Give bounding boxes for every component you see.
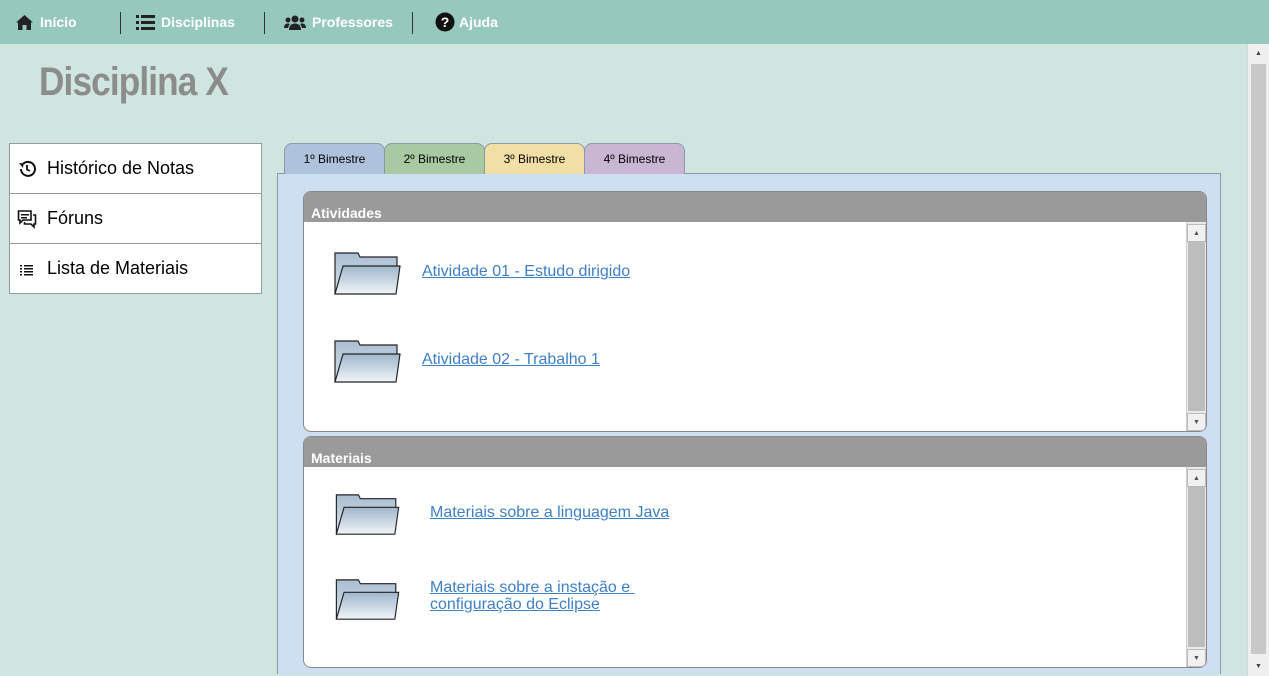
section-title: Atividades [311, 205, 382, 221]
sidebar-item-historico[interactable]: Histórico de Notas [10, 144, 261, 194]
section-body: Atividade 01 - Estudo dirigido Atividade… [304, 222, 1206, 431]
folder-icon [334, 252, 401, 295]
tab-bimestre-2[interactable]: 2º Bimestre [384, 143, 485, 174]
scroll-up-icon[interactable]: ▲ [1250, 45, 1267, 62]
materiais-java-link[interactable]: Materiais sobre a linguagem Java [430, 504, 669, 521]
link-line: configuração do Eclipse [430, 596, 600, 613]
folder-icon [334, 340, 401, 383]
tab-label: 3º Bimestre [503, 152, 566, 166]
nav-divider [264, 12, 265, 34]
tab-label: 2º Bimestre [403, 152, 466, 166]
nav-disciplinas-label: Disciplinas [161, 14, 235, 30]
nav-professores-label: Professores [312, 14, 393, 30]
section-header: Materiais [304, 437, 1206, 467]
atividade-01-link[interactable]: Atividade 01 - Estudo dirigido [422, 263, 630, 280]
atividades-section: Atividades Atividade 01 - Estudo dirigid… [303, 191, 1207, 432]
tab-bimestre-1[interactable]: 1º Bimestre [284, 143, 385, 174]
sidebar-item-label: Lista de Materiais [47, 258, 189, 278]
scroll-down-icon[interactable]: ▼ [1187, 649, 1206, 667]
scroll-down-icon[interactable]: ▼ [1187, 413, 1206, 431]
home-icon [16, 14, 33, 30]
scroll-up-icon[interactable]: ▲ [1187, 469, 1206, 487]
tab-bimestre-4[interactable]: 4º Bimestre [584, 143, 685, 174]
page-title: Disciplina X [39, 60, 229, 104]
scroll-thumb[interactable] [1251, 64, 1266, 654]
scroll-down-icon[interactable]: ▼ [1250, 658, 1267, 675]
nav-ajuda-label: Ajuda [459, 14, 498, 30]
nav-professores[interactable]: Professores [284, 0, 393, 44]
section-header: Atividades [304, 192, 1206, 222]
sidebar-item-label: Fóruns [47, 208, 104, 228]
section-body: Materiais sobre a linguagem Java Materia… [304, 467, 1206, 667]
list-item: Materiais sobre a linguagem Java [334, 492, 669, 538]
link-line: Materiais sobre a instação e [430, 579, 635, 596]
section-title: Materiais [311, 450, 372, 466]
scroll-up-icon[interactable]: ▲ [1187, 224, 1206, 242]
sidebar-menu: Histórico de Notas Fóruns Lista de Mater… [9, 143, 262, 294]
folder-icon [335, 494, 400, 535]
sidebar-item-materiais[interactable]: Lista de Materiais [10, 244, 261, 293]
atividades-scrollbar[interactable]: ▲ ▼ [1186, 222, 1206, 431]
nav-disciplinas[interactable]: Disciplinas [136, 0, 235, 44]
materiais-section: Materiais Materiais sobre a linguagem Ja… [303, 436, 1207, 668]
sidebar-item-label: Histórico de Notas [47, 158, 195, 178]
users-icon [284, 15, 306, 30]
nav-ajuda[interactable]: ? Ajuda [435, 0, 498, 44]
materiais-scrollbar[interactable]: ▲ ▼ [1186, 467, 1206, 667]
page-scrollbar[interactable]: ▲ ▼ [1247, 44, 1269, 676]
top-nav: Início Disciplinas Professores ? Ajuda [0, 0, 1269, 44]
history-icon [17, 159, 37, 179]
sidebar-item-foruns[interactable]: Fóruns [10, 194, 261, 244]
list-icon [136, 14, 155, 30]
list-item: Materiais sobre a instação e configuraçã… [334, 577, 635, 623]
folder-icon [335, 579, 400, 620]
nav-divider [120, 12, 121, 34]
list-item: Atividade 02 - Trabalho 1 [334, 338, 600, 386]
nav-inicio-label: Início [40, 14, 77, 30]
atividade-02-link[interactable]: Atividade 02 - Trabalho 1 [422, 351, 600, 368]
tab-bimestre-3[interactable]: 3º Bimestre [484, 143, 585, 174]
materiais-eclipse-link[interactable]: Materiais sobre a instação e configuraçã… [430, 579, 635, 613]
help-icon: ? [435, 12, 455, 32]
tab-label: 1º Bimestre [303, 152, 366, 166]
chat-icon [17, 209, 37, 229]
nav-inicio[interactable]: Início [15, 0, 77, 44]
nav-divider [412, 12, 413, 34]
scroll-thumb[interactable] [1188, 487, 1205, 647]
list-icon [17, 261, 37, 277]
svg-text:?: ? [441, 14, 450, 30]
tab-label: 4º Bimestre [603, 152, 666, 166]
scroll-thumb[interactable] [1188, 242, 1205, 411]
list-item: Atividade 01 - Estudo dirigido [334, 250, 630, 298]
